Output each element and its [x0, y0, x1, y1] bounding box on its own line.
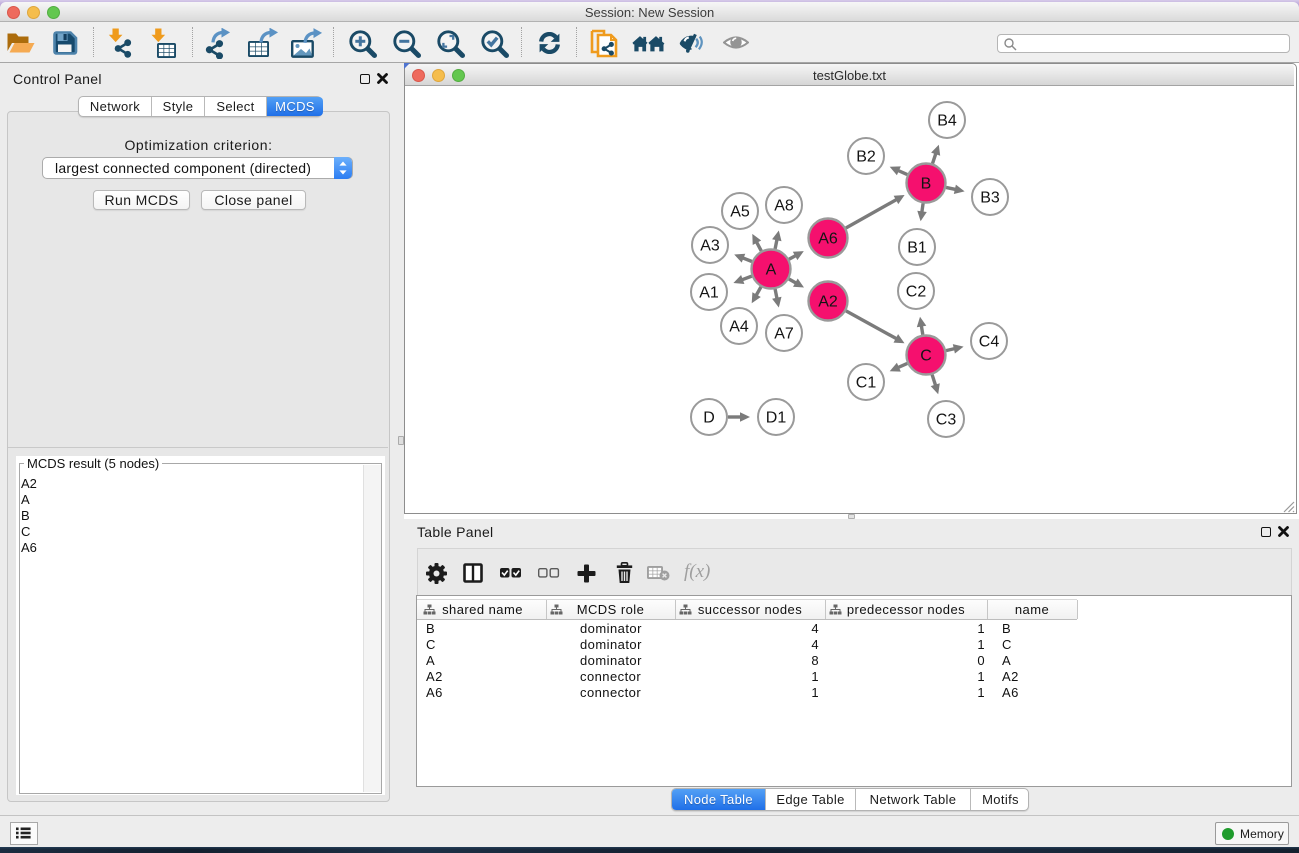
svg-text:B1: B1 [907, 240, 927, 257]
svg-text:B4: B4 [937, 113, 957, 130]
svg-text:A3: A3 [700, 238, 720, 255]
svg-text:C4: C4 [979, 334, 1000, 351]
svg-text:A4: A4 [729, 319, 749, 336]
svg-text:A6: A6 [818, 231, 838, 248]
svg-text:A1: A1 [699, 285, 719, 302]
svg-text:D1: D1 [766, 410, 787, 427]
svg-text:C2: C2 [906, 284, 927, 301]
svg-text:A7: A7 [774, 326, 794, 343]
svg-text:A: A [766, 262, 777, 279]
svg-text:A8: A8 [774, 198, 794, 215]
svg-text:A5: A5 [730, 204, 750, 221]
svg-text:C3: C3 [936, 412, 957, 429]
svg-text:C: C [920, 348, 932, 365]
svg-text:D: D [703, 410, 715, 427]
svg-text:B3: B3 [980, 190, 1000, 207]
svg-text:B2: B2 [856, 149, 876, 166]
svg-text:A2: A2 [818, 294, 838, 311]
svg-text:B: B [921, 176, 932, 193]
svg-text:C1: C1 [856, 375, 877, 392]
